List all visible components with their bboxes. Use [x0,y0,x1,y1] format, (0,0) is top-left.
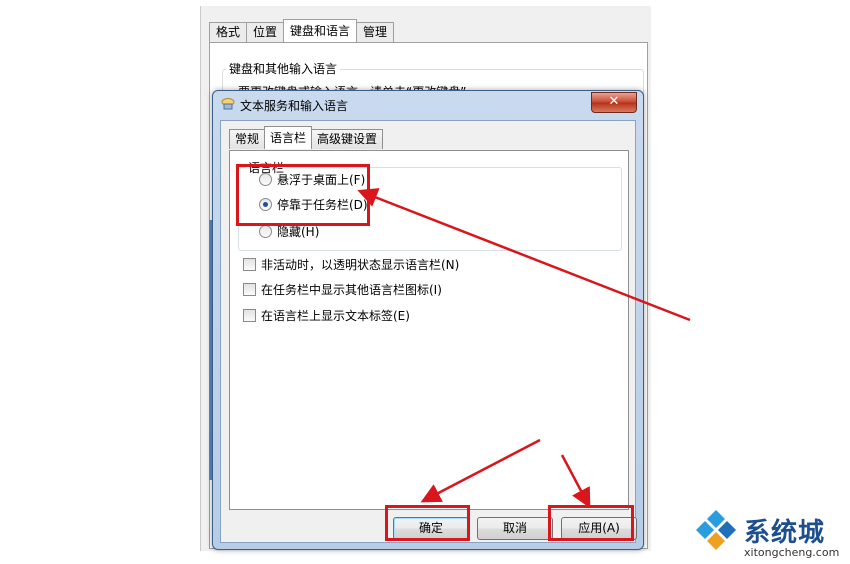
checkbox-label: 在语言栏上显示文本标签(E) [261,309,410,323]
dialog-tab-strip: 常规 语言栏 高级键设置 [229,126,384,151]
bg-group-title: 键盘和其他输入语言 [226,60,341,77]
watermark-brand: 系统城 [744,518,826,548]
highlight-radio-options [236,164,370,226]
bg-tab-format[interactable]: 格式 [209,22,248,42]
watermark-url: xitongcheng.com [744,546,840,559]
close-button[interactable]: ✕ [591,92,637,113]
dialog-title: 文本服务和输入语言 [240,99,349,113]
bg-tab-strip: 格式 位置 键盘和语言 管理 [209,19,395,42]
bg-tab-location[interactable]: 位置 [246,22,285,42]
xitongcheng-logo-icon [694,508,738,552]
bg-tab-administrative[interactable]: 管理 [356,22,395,42]
radio-button[interactable] [259,225,272,238]
checkbox-transparent-inactive[interactable]: 非活动时，以透明状态显示语言栏(N) [243,256,459,273]
highlight-ok-button [385,505,470,541]
keyboard-app-icon [221,98,235,110]
checkbox-show-text-labels[interactable]: 在语言栏上显示文本标签(E) [243,307,410,324]
checkbox[interactable] [243,258,256,271]
cancel-button[interactable]: 取消 [477,517,553,540]
checkbox[interactable] [243,309,256,322]
text-services-dialog: 文本服务和输入语言 ✕ 常规 语言栏 高级键设置 语言栏 悬浮于桌面上(F) 停… [212,90,644,550]
highlight-apply-button [548,505,634,541]
checkbox-label: 非活动时，以透明状态显示语言栏(N) [261,258,460,272]
tab-language-bar[interactable]: 语言栏 [264,126,313,149]
tab-general[interactable]: 常规 [229,129,266,149]
tab-advanced-key-settings[interactable]: 高级键设置 [311,129,384,149]
dialog-titlebar[interactable]: 文本服务和输入语言 ✕ [213,91,643,117]
checkbox-label: 在任务栏中显示其他语言栏图标(I) [261,283,442,297]
checkbox-show-extra-icons[interactable]: 在任务栏中显示其他语言栏图标(I) [243,281,442,298]
checkbox[interactable] [243,283,256,296]
bg-tab-keyboards-languages[interactable]: 键盘和语言 [283,19,358,42]
